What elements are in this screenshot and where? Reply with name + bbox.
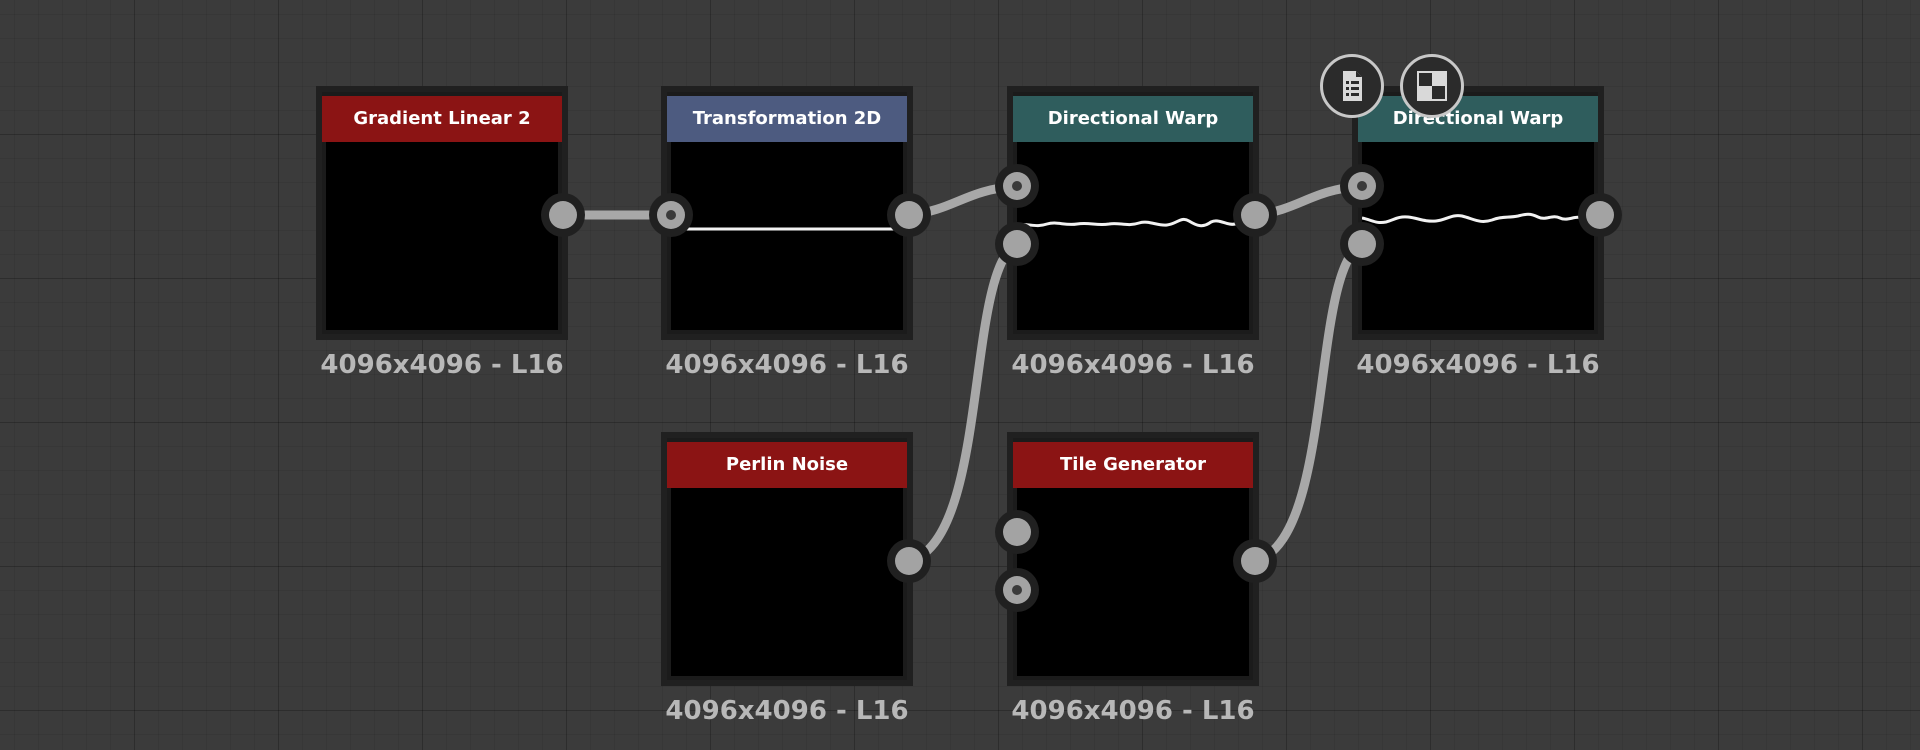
checker-preview-icon[interactable] — [1400, 54, 1464, 118]
input-pin-warp2-intensity[interactable] — [1340, 222, 1384, 266]
node-preview-thumbnail — [671, 488, 903, 676]
node-tile-generator[interactable]: Tile Generator 4096x4096 - L16 — [1007, 432, 1259, 726]
node-title: Tile Generator — [1013, 442, 1253, 488]
node-transformation-2d[interactable]: Transformation 2D 4096x4096 - L16 — [661, 86, 913, 380]
node-title: Transformation 2D — [667, 96, 907, 142]
node-directional-warp-2[interactable]: Directional Warp 4096x4096 - L16 — [1352, 86, 1604, 380]
input-pin-transformation-2d[interactable] — [649, 193, 693, 237]
node-resolution-label: 4096x4096 - L16 — [1011, 350, 1255, 380]
node-title: Directional Warp — [1358, 96, 1598, 142]
node-directional-warp-1[interactable]: Directional Warp 4096x4096 - L16 — [1007, 86, 1259, 380]
output-pin-directional-warp-1[interactable] — [1233, 193, 1277, 237]
output-pin-gradient-linear-2[interactable] — [541, 193, 585, 237]
document-list-icon[interactable] — [1320, 54, 1384, 118]
node-resolution-label: 4096x4096 - L16 — [665, 350, 909, 380]
node-title: Gradient Linear 2 — [322, 96, 562, 142]
output-pin-tile-generator[interactable] — [1233, 539, 1277, 583]
output-pin-perlin-noise[interactable] — [887, 539, 931, 583]
node-preview-thumbnail — [1362, 142, 1594, 330]
node-resolution-label: 4096x4096 - L16 — [665, 696, 909, 726]
node-resolution-label: 4096x4096 - L16 — [1356, 350, 1600, 380]
node-title: Perlin Noise — [667, 442, 907, 488]
output-pin-transformation-2d[interactable] — [887, 193, 931, 237]
node-resolution-label: 4096x4096 - L16 — [320, 350, 564, 380]
output-pin-directional-warp-2[interactable] — [1578, 193, 1622, 237]
wire-perlin-to-warp1 — [904, 239, 1022, 566]
input-pin-warp1-intensity[interactable] — [995, 222, 1039, 266]
node-preview-thumbnail — [671, 142, 903, 330]
node-preview-thumbnail — [1017, 142, 1249, 330]
node-preview-thumbnail — [326, 142, 558, 330]
node-resolution-label: 4096x4096 - L16 — [1011, 696, 1255, 726]
connection-wires — [558, 181, 1367, 566]
node-title: Directional Warp — [1013, 96, 1253, 142]
input-pin-warp1-source[interactable] — [995, 164, 1039, 208]
node-preview-thumbnail — [1017, 488, 1249, 676]
node-perlin-noise[interactable]: Perlin Noise 4096x4096 - L16 — [661, 432, 913, 726]
node-gradient-linear-2[interactable]: Gradient Linear 2 4096x4096 - L16 — [316, 86, 568, 380]
wire-tile-to-warp2 — [1250, 239, 1367, 566]
input-pin-tile-generator-2[interactable] — [995, 568, 1039, 612]
input-pin-warp2-source[interactable] — [1340, 164, 1384, 208]
input-pin-tile-generator-1[interactable] — [995, 510, 1039, 554]
